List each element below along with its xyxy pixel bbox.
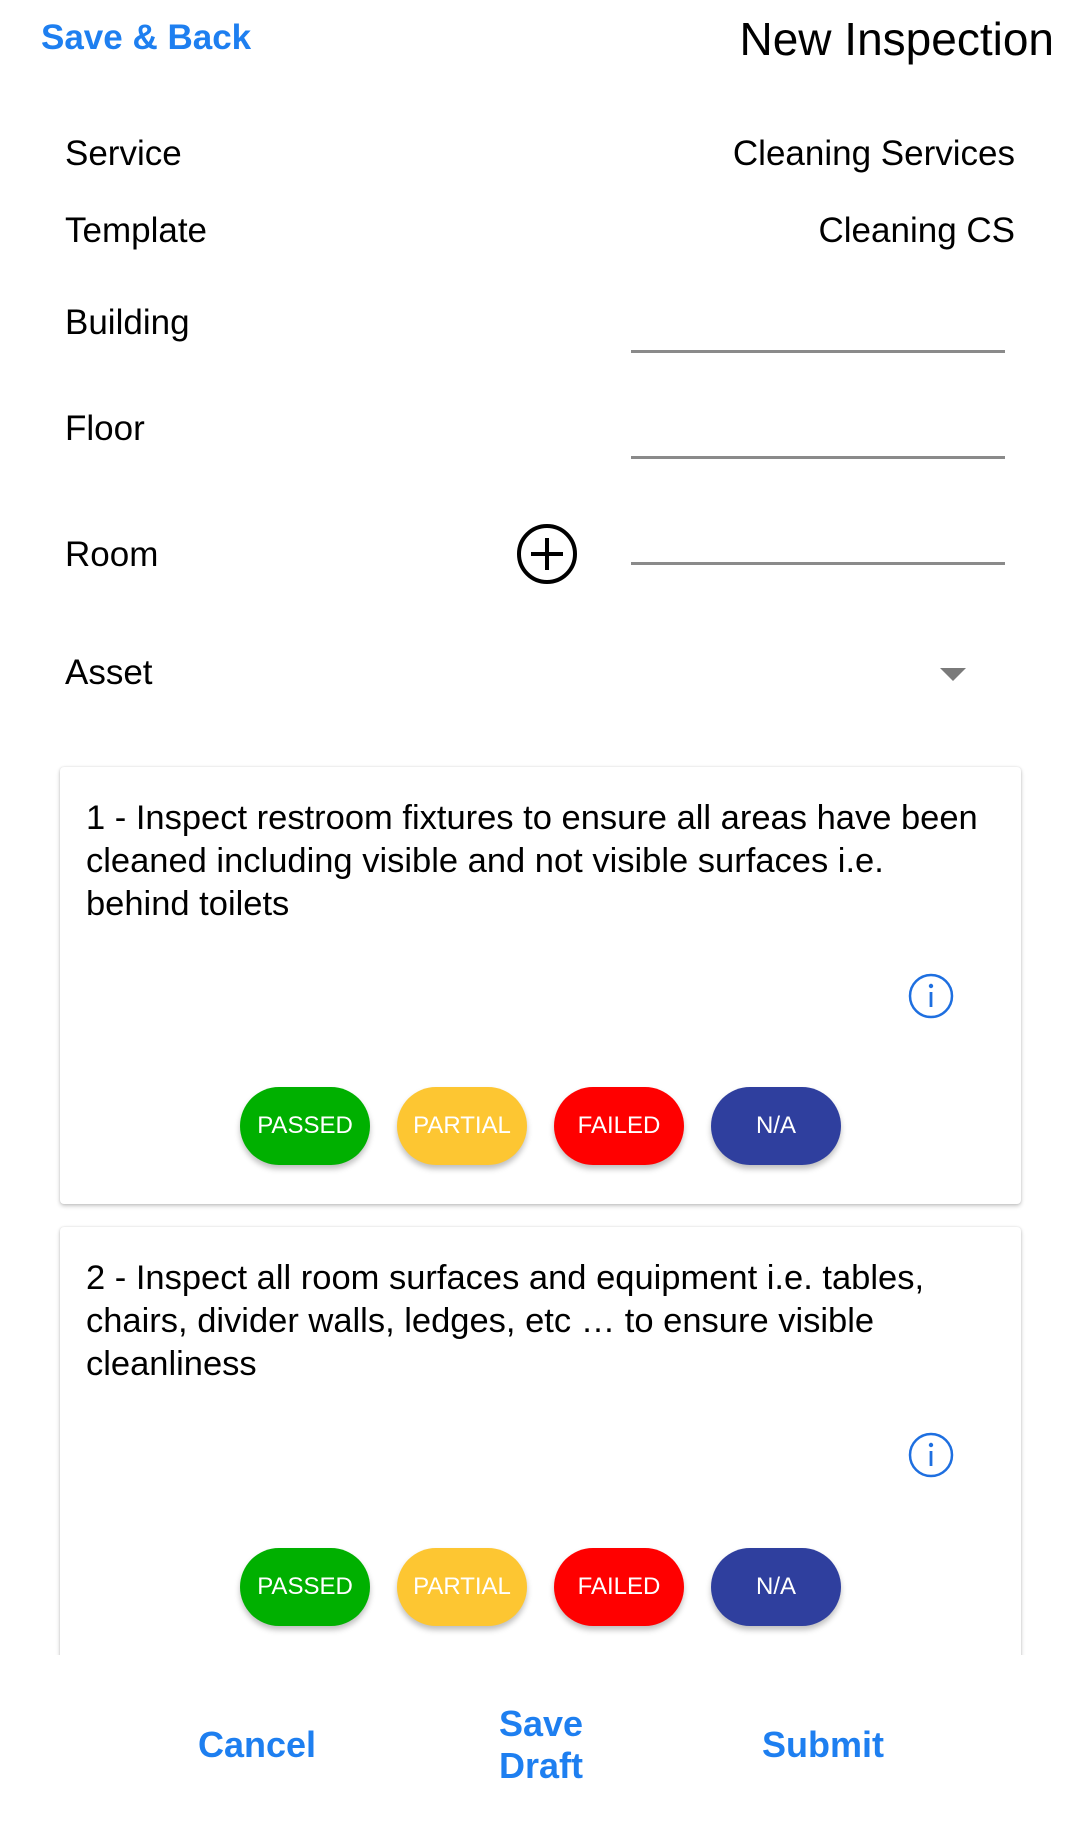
room-input[interactable] xyxy=(631,512,1005,562)
save-draft-label-line1: Save xyxy=(498,1703,584,1744)
bottom-action-bar: Cancel Save Draft Submit xyxy=(0,1655,1080,1832)
floor-label: Floor xyxy=(65,409,145,448)
cancel-button[interactable]: Cancel xyxy=(197,1724,317,1766)
template-value: Cleaning CS xyxy=(818,211,1016,250)
save-draft-label-line2: Draft xyxy=(498,1745,583,1786)
rating-buttons: PASSED PARTIAL FAILED N/A xyxy=(240,1087,841,1165)
building-label: Building xyxy=(65,303,190,342)
inspection-item-card: 2 - Inspect all room surfaces and equipm… xyxy=(60,1227,1021,1687)
submit-button[interactable]: Submit xyxy=(758,1724,888,1766)
partial-button[interactable]: PARTIAL xyxy=(397,1087,527,1165)
add-room-icon[interactable] xyxy=(516,523,578,585)
inspection-item-text: 2 - Inspect all room surfaces and equipm… xyxy=(86,1259,925,1383)
failed-button[interactable]: FAILED xyxy=(554,1087,684,1165)
inspection-item-card: 1 - Inspect restroom fixtures to ensure … xyxy=(60,767,1021,1204)
na-button[interactable]: N/A xyxy=(711,1548,841,1626)
room-label: Room xyxy=(65,535,159,574)
page-title: New Inspection xyxy=(739,13,1055,65)
room-input-underline xyxy=(631,562,1005,565)
passed-button[interactable]: PASSED xyxy=(240,1548,370,1626)
rating-buttons: PASSED PARTIAL FAILED N/A xyxy=(240,1548,841,1626)
inspection-item-text: 1 - Inspect restroom fixtures to ensure … xyxy=(86,799,978,923)
caret-down-icon[interactable] xyxy=(940,668,966,681)
save-draft-button[interactable]: Save Draft xyxy=(480,1703,602,1787)
failed-button[interactable]: FAILED xyxy=(554,1548,684,1626)
building-input-underline xyxy=(631,350,1005,353)
passed-button[interactable]: PASSED xyxy=(240,1087,370,1165)
floor-input-underline xyxy=(631,456,1005,459)
floor-input[interactable] xyxy=(631,405,1005,455)
save-and-back-button[interactable]: Save & Back xyxy=(41,18,251,58)
template-label: Template xyxy=(65,211,208,250)
info-icon[interactable] xyxy=(908,973,954,1019)
service-label: Service xyxy=(65,134,182,173)
partial-button[interactable]: PARTIAL xyxy=(397,1548,527,1626)
na-button[interactable]: N/A xyxy=(711,1087,841,1165)
asset-label: Asset xyxy=(65,653,153,692)
info-icon[interactable] xyxy=(908,1432,954,1478)
building-input[interactable] xyxy=(631,300,1005,350)
service-value: Cleaning Services xyxy=(732,134,1015,173)
